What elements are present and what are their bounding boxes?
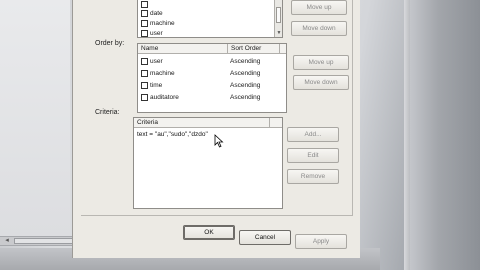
move-down-button[interactable]: Move down	[291, 21, 347, 36]
horizontal-scroll-thumb[interactable]	[14, 238, 74, 244]
order-move-down-button[interactable]: Move down	[293, 75, 349, 90]
checkbox[interactable]	[141, 20, 148, 27]
scroll-down-icon[interactable]: ▼	[275, 29, 283, 37]
list-item[interactable]: user	[138, 28, 282, 39]
column-header-criteria[interactable]: Criteria	[134, 118, 270, 128]
mouse-cursor-icon	[214, 134, 224, 148]
criteria-value[interactable]: text = "au","sudo","dzdo"	[137, 131, 208, 138]
checkbox[interactable]	[141, 82, 148, 89]
background-window	[0, 0, 70, 238]
checkbox[interactable]	[141, 58, 148, 65]
scroll-left-icon[interactable]: ◂	[2, 236, 12, 246]
table-row[interactable]: auditatore Ascending	[138, 92, 286, 103]
available-fields-list[interactable]: date machine user ▼	[137, 0, 283, 38]
scroll-thumb[interactable]	[276, 7, 281, 23]
remove-criteria-button[interactable]: Remove	[287, 169, 339, 184]
cancel-button[interactable]: Cancel	[239, 230, 291, 245]
ok-button[interactable]: OK	[183, 225, 235, 240]
list-header: Criteria	[134, 118, 282, 128]
monitor-bezel	[410, 0, 480, 270]
checkbox[interactable]	[141, 70, 148, 77]
column-header-name[interactable]: Name	[138, 44, 228, 54]
checkbox[interactable]	[141, 30, 148, 37]
vertical-scrollbar[interactable]: ▼	[274, 0, 282, 37]
column-header-sort-order[interactable]: Sort Order	[228, 44, 280, 54]
add-criteria-button[interactable]: Add...	[287, 127, 339, 142]
move-up-button[interactable]: Move up	[291, 0, 347, 15]
checkbox[interactable]	[141, 10, 148, 17]
criteria-list[interactable]: Criteria text = "au","sudo","dzdo"	[133, 117, 283, 209]
order-by-list[interactable]: Name Sort Order user Ascending machine A…	[137, 43, 287, 113]
apply-button[interactable]: Apply	[295, 234, 347, 249]
list-header: Name Sort Order	[138, 44, 286, 54]
edit-criteria-button[interactable]: Edit	[287, 148, 339, 163]
checkbox[interactable]	[141, 94, 148, 101]
order-move-up-button[interactable]: Move up	[293, 55, 349, 70]
table-row[interactable]: machine Ascending	[138, 68, 286, 79]
table-row[interactable]: time Ascending	[138, 80, 286, 91]
order-by-label: Order by:	[95, 40, 125, 47]
report-options-dialog: date machine user ▼ Move up Move down Or…	[72, 0, 360, 258]
table-row[interactable]: user Ascending	[138, 56, 286, 67]
criteria-label: Criteria:	[95, 109, 120, 116]
checkbox[interactable]	[141, 1, 148, 8]
